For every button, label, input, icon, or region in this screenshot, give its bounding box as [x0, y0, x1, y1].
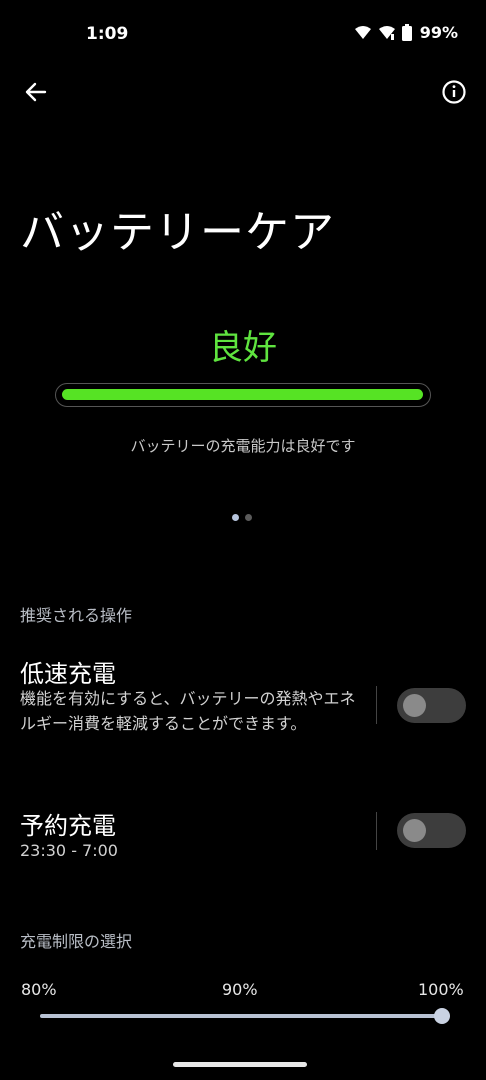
- toggle-knob: [403, 694, 426, 717]
- wifi-icon: [354, 25, 371, 39]
- status-icons: 99%: [354, 23, 458, 42]
- scheduled-charge-divider: [376, 812, 377, 850]
- gesture-nav-handle[interactable]: [173, 1062, 307, 1067]
- slow-charge-toggle[interactable]: [397, 688, 466, 723]
- page-dot: [245, 514, 252, 521]
- info-button[interactable]: [440, 78, 468, 106]
- signal-icon: [378, 25, 395, 40]
- battery-percent: 99%: [419, 23, 458, 42]
- status-bar: 1:09 99%: [0, 0, 486, 68]
- toggle-knob: [403, 819, 426, 842]
- info-icon: [442, 80, 466, 104]
- recommended-section-label: 推奨される操作: [20, 606, 133, 625]
- arrow-left-icon: [25, 82, 47, 102]
- scheduled-charge-toggle[interactable]: [397, 813, 466, 848]
- charge-limit-option-80[interactable]: 80%: [21, 980, 57, 999]
- slow-charge-divider: [376, 686, 377, 724]
- charge-limit-option-90[interactable]: 90%: [222, 980, 258, 999]
- page-indicator: [232, 514, 252, 521]
- slow-charge-title: 低速充電: [20, 660, 116, 688]
- page-title: バッテリーケア: [20, 207, 335, 258]
- page-dot: [232, 514, 239, 521]
- back-button[interactable]: [22, 78, 50, 106]
- health-bar: [55, 383, 431, 407]
- charge-limit-slider-track[interactable]: [40, 1014, 442, 1018]
- health-description: バッテリーの充電能力は良好です: [130, 437, 356, 455]
- battery-icon: [401, 24, 412, 41]
- scheduled-charge-title: 予約充電: [20, 812, 116, 840]
- charge-limit-section-label: 充電制限の選択: [20, 932, 133, 951]
- scheduled-charge-time: 23:30 - 7:00: [20, 841, 118, 860]
- slow-charge-description: 機能を有効にすると、バッテリーの発熱やエネルギー消費を軽減することができます。: [20, 689, 356, 733]
- charge-limit-slider-thumb[interactable]: [434, 1008, 450, 1024]
- health-status: 良好: [209, 328, 277, 368]
- status-time: 1:09: [86, 24, 129, 44]
- health-bar-fill: [62, 389, 423, 400]
- charge-limit-option-100[interactable]: 100%: [418, 980, 464, 999]
